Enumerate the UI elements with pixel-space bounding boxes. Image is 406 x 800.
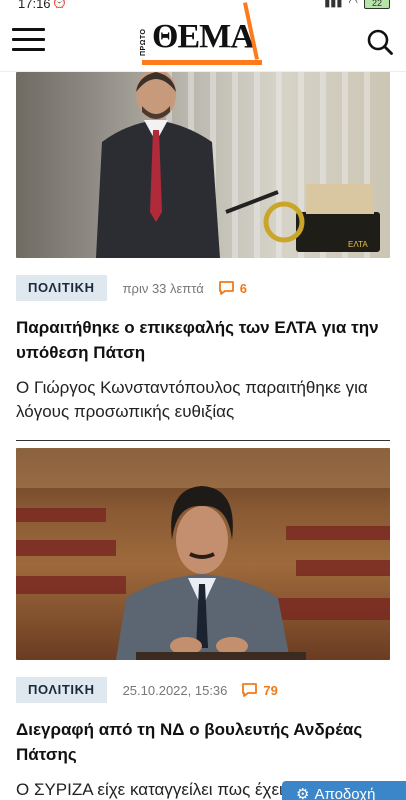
article-photo[interactable]: ΕΛΤΑ (16, 72, 390, 258)
accept-label: Αποδοχή (314, 786, 376, 800)
article-title[interactable]: Παραιτήθηκε ο επικεφαλής των ΕΛΤΑ για τη… (16, 315, 390, 365)
article-card: ΕΛΤΑ ΠΟΛΙΤΙΚΗ πριν 33 λεπτά 6 Παραιτήθηκ… (16, 72, 390, 441)
logo-underline (142, 60, 262, 65)
comments-count: 79 (263, 682, 278, 698)
article-meta: ΠΟΛΙΤΙΚΗ 25.10.2022, 15:36 79 (16, 677, 390, 703)
accept-cookies-button[interactable]: ⚙ Αποδοχή (282, 781, 406, 800)
menu-bar-icon (12, 28, 45, 31)
status-icons: ▮▮▮ ◠ 22 (324, 0, 390, 9)
article-meta: ΠΟΛΙΤΙΚΗ πριν 33 λεπτά 6 (16, 275, 390, 301)
category-badge[interactable]: ΠΟΛΙΤΙΚΗ (16, 677, 107, 703)
category-badge[interactable]: ΠΟΛΙΤΙΚΗ (16, 275, 107, 301)
article-card: ΠΟΛΙΤΙΚΗ 25.10.2022, 15:36 79 Διεγραφή α… (16, 448, 390, 800)
logo-small-text: ΠΡΩΤΟ (140, 28, 147, 56)
hamburger-menu-button[interactable] (12, 28, 46, 54)
comments-link[interactable]: 79 (241, 682, 278, 698)
search-icon (367, 29, 393, 55)
status-bar: 17:16 ⏰ ▮▮▮ ◠ 22 (0, 0, 406, 12)
wifi-icon: ◠ (348, 0, 358, 9)
photo-illustration (16, 448, 390, 660)
article-time: 25.10.2022, 15:36 (122, 682, 228, 698)
comments-count: 6 (239, 280, 247, 296)
article-time: πριν 33 λεπτά (122, 280, 204, 296)
menu-bar-icon (12, 38, 45, 41)
article-photo[interactable] (16, 448, 390, 660)
site-logo[interactable]: ΠΡΩΤΟ ΘΕΜΑ (140, 2, 268, 65)
logo-text: ΘΕΜΑ (152, 18, 255, 55)
article-title[interactable]: Διεγραφή από τη ΝΔ ο βουλευτής Ανδρέας Π… (16, 717, 390, 767)
photo-illustration: ΕΛΤΑ (96, 72, 380, 258)
photo-sign-text: ΕΛΤΑ (348, 240, 368, 249)
gear-icon: ⚙ (296, 786, 310, 800)
alarm-icon: ⏰ (52, 0, 67, 9)
comments-link[interactable]: 6 (218, 280, 247, 296)
menu-bar-icon (12, 48, 45, 51)
article-divider (16, 440, 390, 441)
status-time: 17:16 (18, 0, 51, 11)
app-header: ΠΡΩΤΟ ΘΕΜΑ (0, 2, 406, 72)
comment-icon (242, 683, 258, 697)
comment-icon (218, 281, 234, 295)
article-summary: Ο Γιώργος Κωνσταντόπουλος παραιτήθηκε γι… (16, 378, 368, 421)
signal-icon: ▮▮▮ (324, 0, 343, 9)
search-button[interactable] (366, 28, 394, 56)
battery-icon: 22 (364, 0, 390, 9)
